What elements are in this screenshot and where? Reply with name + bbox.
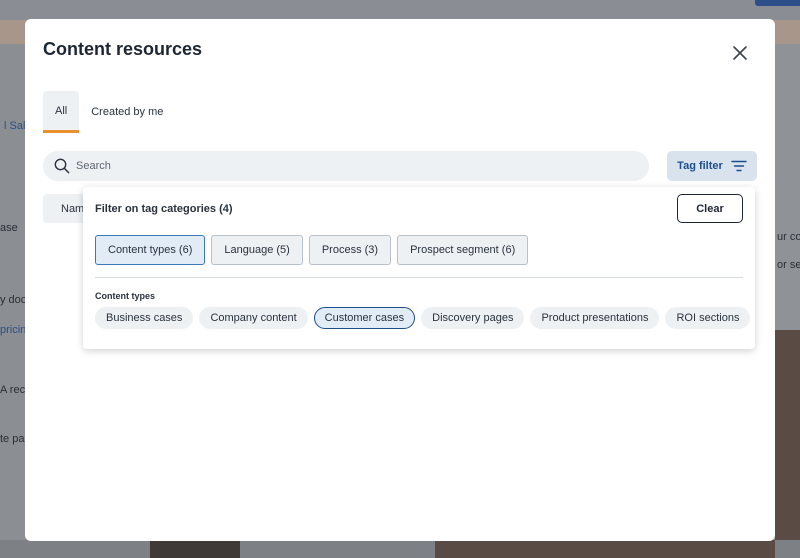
tag-chip-discovery-pages[interactable]: Discovery pages (421, 307, 525, 329)
background-image (150, 540, 240, 558)
background-text: ur co (777, 231, 800, 243)
tag-category-list: Content types (6) Language (5) Process (… (95, 235, 529, 265)
tag-filter-button[interactable]: Tag filter (667, 151, 757, 181)
section-label: Content types (95, 291, 156, 301)
category-content-types[interactable]: Content types (6) (95, 235, 206, 265)
background-text: pricin (0, 324, 27, 336)
close-icon (733, 46, 747, 60)
tag-chip-list: Business cases Company content Customer … (95, 307, 751, 329)
tag-chip-customer-cases[interactable]: Customer cases (313, 307, 416, 329)
tag-chip-roi-sections[interactable]: ROI sections (665, 307, 751, 329)
background-text: or se (777, 259, 800, 271)
filter-icon (731, 160, 747, 172)
background-button (755, 0, 800, 6)
background-image (435, 540, 775, 558)
category-prospect-segment[interactable]: Prospect segment (6) (397, 235, 529, 265)
search-icon (54, 158, 70, 174)
tag-chip-company-content[interactable]: Company content (199, 307, 308, 329)
modal-title: Content resources (43, 39, 203, 59)
tab-bar: All Created by me (43, 91, 175, 133)
tag-filter-label: Tag filter (677, 160, 723, 172)
tag-chip-business-cases[interactable]: Business cases (95, 307, 194, 329)
background-text: ase (0, 222, 18, 234)
close-button[interactable] (729, 42, 751, 64)
category-language[interactable]: Language (5) (211, 235, 303, 265)
column-header-label: Nam (61, 203, 85, 215)
divider (95, 277, 743, 278)
tab-created-by-me[interactable]: Created by me (79, 91, 175, 133)
tag-filter-panel: Filter on tag categories (4) Clear Conte… (83, 187, 755, 349)
filter-panel-title: Filter on tag categories (4) (95, 203, 233, 215)
clear-button[interactable]: Clear (677, 194, 743, 223)
tag-chip-product-presentations[interactable]: Product presentations (530, 307, 660, 329)
search-input[interactable] (76, 160, 616, 172)
background-image (775, 330, 800, 558)
content-resources-modal: Content resources All Created by me Tag … (25, 19, 775, 541)
tab-all[interactable]: All (43, 91, 80, 133)
search-bar[interactable] (43, 151, 649, 181)
background-text: y doc (0, 294, 27, 306)
category-process[interactable]: Process (3) (308, 235, 392, 265)
